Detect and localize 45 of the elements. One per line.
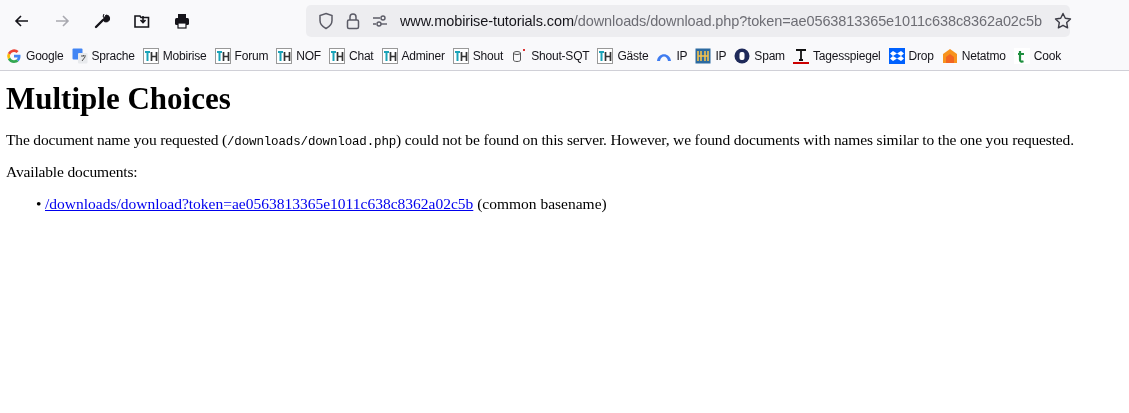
letter-t-icon (792, 48, 809, 64)
dropbox-icon (888, 48, 905, 64)
document-note: (common basename) (477, 195, 607, 212)
database-icon (511, 48, 528, 64)
bookmark-item[interactable]: Cook (1013, 48, 1061, 64)
url-text: www.mobirise-tutorials.com/downloads/download.php?token=ae0563813365e1011c638c8362a02c5b (400, 13, 1042, 29)
bookmark-star-icon[interactable] (1053, 12, 1072, 30)
google-icon (6, 48, 22, 64)
bookmark-item[interactable]: Mobirise (142, 48, 207, 64)
bookmark-item[interactable]: Drop (888, 48, 934, 64)
bookmark-item[interactable]: Gäste (597, 48, 649, 64)
save-to-folder-icon (133, 12, 151, 30)
wrench-icon (93, 12, 111, 30)
address-bar[interactable]: www.mobirise-tutorials.com/downloads/download.php?token=ae0563813365e1011c638c8362a02c5b (306, 5, 1070, 37)
th-logo-icon (214, 48, 231, 64)
letter-icon (1013, 48, 1030, 64)
page-heading: Multiple Choices (6, 81, 232, 117)
available-documents-label: Available documents: (6, 163, 139, 181)
bookmark-item[interactable]: Sprache (71, 48, 135, 64)
bookmark-item[interactable]: Shout (452, 48, 504, 64)
house-icon (941, 48, 958, 64)
permissions-icon[interactable] (372, 14, 388, 28)
bookmark-item[interactable]: NOF (276, 48, 321, 64)
bookmark-item[interactable]: Chat (328, 48, 374, 64)
bookmark-item[interactable]: Spam (734, 48, 785, 64)
th-logo-icon (142, 48, 159, 64)
th-logo-icon (381, 48, 398, 64)
bookmark-item[interactable]: Tagesspiegel (792, 48, 881, 64)
bookmark-item[interactable]: Google (6, 48, 64, 64)
bookmark-item[interactable]: Netatmo (941, 48, 1006, 64)
th-logo-icon (328, 48, 345, 64)
document-link[interactable]: /downloads/download?token=ae0563813365e1011c638c8362a02c5b (45, 195, 474, 212)
list-bullet: • (36, 195, 43, 213)
th-logo-icon (452, 48, 469, 64)
th-logo-icon (276, 48, 293, 64)
lock-icon[interactable] (346, 12, 360, 30)
bookmark-item[interactable]: Shout-SQT (511, 48, 590, 64)
bookmark-item[interactable]: Forum (214, 48, 269, 64)
th-logo-icon (597, 48, 614, 64)
bookmark-item[interactable]: IP (656, 48, 688, 64)
grid-tile-icon (695, 48, 712, 64)
shield-icon[interactable] (318, 12, 334, 30)
bookmark-item[interactable]: Adminer (381, 48, 445, 64)
printer-icon (173, 12, 191, 30)
bookmark-item[interactable]: IP (695, 48, 727, 64)
